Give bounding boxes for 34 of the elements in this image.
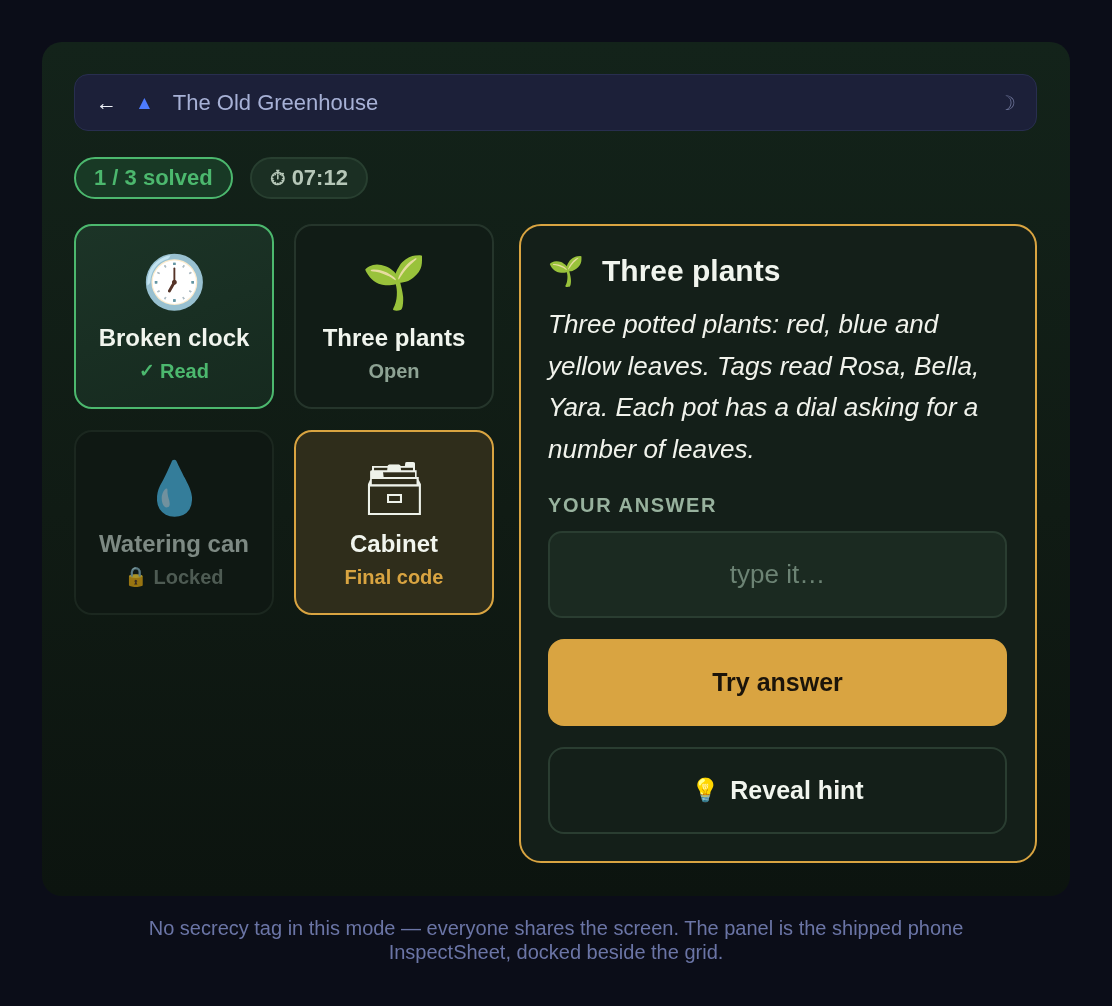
puzzle-description: Three potted plants: red, blue and yellow leaves. Tags read Rosa, Bella, Yara. Each pot has a dial asking for a number of leaves. [548, 308, 981, 466]
progress-badge: 1 / 3 solved [74, 157, 233, 199]
card-status: Final code [344, 565, 444, 589]
padlock-icon: 🔒 [124, 565, 149, 589]
card-status: Locked [153, 565, 224, 589]
panel-title: Three plants [602, 253, 781, 289]
answer-label: YOUR ANSWER [548, 494, 718, 516]
puzzle-card[interactable]: 🗃 Cabinet Final code [294, 430, 494, 615]
card-title: Watering can [99, 530, 249, 558]
reveal-hint-button[interactable]: 💡 Reveal hint [548, 747, 1007, 834]
room-title: The Old Greenhouse [172, 89, 380, 116]
seedling-icon: 🌱 [361, 250, 427, 314]
puzzle-card[interactable]: 💧 Watering can 🔒 Locked [74, 430, 274, 615]
cabinet-icon: 🗃 [361, 456, 427, 520]
droplet-icon: 💧 [141, 456, 207, 520]
clock-icon: 🕖 [141, 250, 207, 314]
answer-field[interactable]: type it… [548, 531, 1007, 618]
card-title: Three plants [322, 324, 466, 352]
card-title: Broken clock [98, 324, 250, 352]
seedling-icon: 🌱 [548, 252, 584, 290]
footer-note: No secrecy tag in this mode — everyone shares the screen. The panel is the shipped phone InspectSheet, docked beside the grid. [147, 916, 965, 964]
timer-text: 07:12 [291, 165, 348, 191]
stopwatch-icon: ⏱ [269, 165, 286, 191]
card-status: Read [160, 359, 209, 383]
light-bulb-icon: 💡 [691, 777, 721, 804]
moon-button[interactable]: ☽ [998, 89, 1016, 116]
card-title: Cabinet [350, 530, 438, 558]
back-button[interactable]: ← [96, 89, 117, 116]
puzzle-card[interactable]: 🕖 Broken clock ✓ Read [74, 224, 274, 409]
puzzle-card[interactable]: 🌱 Three plants Open [294, 224, 494, 409]
try-answer-button[interactable]: Try answer [548, 639, 1007, 726]
card-status: Open [368, 359, 420, 383]
triangle-icon: ▲ [135, 89, 154, 116]
check-icon: ✓ [139, 359, 156, 383]
